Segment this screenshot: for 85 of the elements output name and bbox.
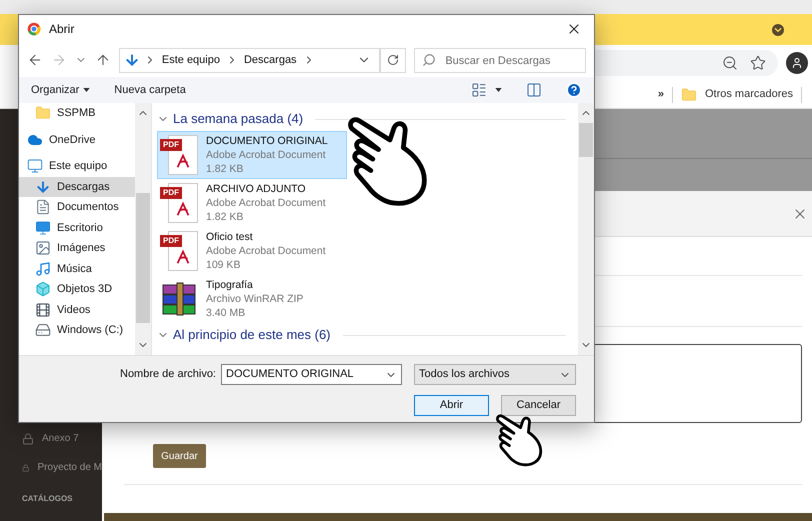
computer-icon: [27, 158, 43, 174]
file-name-field[interactable]: DOCUMENTO ORIGINAL: [221, 364, 402, 385]
nav-item[interactable]: Windows (C:): [19, 320, 135, 340]
bookmarks-overflow[interactable]: »: [658, 86, 664, 103]
file-type: Adobe Acrobat Document: [206, 148, 327, 162]
refresh-icon: [387, 54, 400, 66]
new-folder-button[interactable]: Nueva carpeta: [114, 82, 186, 98]
nav-item[interactable]: Videos: [19, 300, 135, 320]
pdf-label: PDF: [160, 139, 182, 151]
sidebar-item[interactable]: Anexo 7: [42, 431, 79, 446]
file-item[interactable]: PDF DOCUMENTO ORIGINAL Adobe Acrobat Document 1.82 KB: [157, 131, 347, 179]
sidebar-section: CATÁLOGOS: [22, 493, 102, 505]
save-button[interactable]: Guardar: [153, 444, 206, 468]
file-item[interactable]: Tipografía Archivo WinRAR ZIP 3.40 MB: [157, 275, 347, 323]
file-name-label: Nombre de archivo:: [120, 367, 216, 382]
nav-item[interactable]: SSPMB: [19, 103, 135, 124]
file-name: ARCHIVO ADJUNTO: [206, 182, 307, 196]
lock-icon: [22, 462, 30, 474]
acrobat-logo-icon: [174, 248, 192, 266]
dropdown-icon[interactable]: [770, 22, 786, 38]
zoom-out-icon[interactable]: [722, 55, 738, 71]
pdf-label: PDF: [160, 235, 182, 247]
acrobat-logo-icon: [174, 200, 192, 218]
help-icon[interactable]: [566, 82, 582, 98]
search-field[interactable]: Buscar en Descargas: [414, 48, 586, 73]
address-bar[interactable]: Este equipo Descargas: [118, 48, 380, 72]
file-type: Adobe Acrobat Document: [206, 244, 326, 258]
lock-icon: [22, 432, 34, 444]
search-icon: [422, 52, 436, 66]
file-type: Adobe Acrobat Document: [206, 196, 326, 210]
nav-item[interactable]: Este equipo: [19, 156, 135, 176]
star-icon[interactable]: [750, 55, 766, 71]
sidebar-item[interactable]: Proyecto de M: [38, 460, 102, 475]
drive-icon: [35, 322, 51, 338]
caret-icon[interactable]: [495, 88, 502, 92]
refresh-button[interactable]: [380, 48, 406, 72]
user-icon: [791, 57, 803, 69]
file-name: DOCUMENTO ORIGINAL: [206, 134, 328, 148]
cube-icon: [35, 281, 51, 298]
file-item[interactable]: PDF ARCHIVO ADJUNTO Adobe Acrobat Document 1.82 KB: [157, 179, 347, 227]
view-options-icon[interactable]: [471, 82, 487, 98]
film-icon: [35, 302, 51, 318]
folder-icon: [680, 86, 697, 102]
breadcrumb[interactable]: Descargas: [242, 52, 299, 68]
caret-icon: [83, 88, 90, 92]
organize-menu[interactable]: Organizar: [31, 82, 90, 98]
group-header[interactable]: Al principio de este mes (6): [173, 325, 331, 345]
scrollbar-thumb[interactable]: [136, 193, 150, 323]
file-type-select[interactable]: Todos los archivos: [414, 364, 576, 385]
acrobat-logo-icon: [174, 152, 192, 170]
desktop-icon: [35, 220, 51, 236]
document-icon: [35, 199, 51, 216]
dialog-button[interactable]: Abrir: [414, 395, 489, 416]
file-size: 3.40 MB: [206, 306, 246, 320]
file-size: 1.82 KB: [206, 210, 244, 224]
bookmark-folder[interactable]: Otros marcadores: [704, 86, 793, 103]
scrollbar[interactable]: [135, 103, 151, 355]
nav-item[interactable]: Música: [19, 258, 135, 279]
profile-avatar[interactable]: [786, 52, 808, 74]
nav-item[interactable]: Escritorio: [19, 218, 135, 238]
folder-icon: [35, 105, 51, 122]
download-arrow-icon: [124, 52, 140, 68]
nav-item[interactable]: Objetos 3D: [19, 279, 135, 300]
file-item[interactable]: PDF Oficio test Adobe Acrobat Document 109 KB: [157, 227, 347, 275]
pdf-label: PDF: [160, 187, 182, 199]
scrollbar-thumb[interactable]: [579, 123, 593, 157]
file-name: Oficio test: [206, 230, 254, 244]
nav-item[interactable]: Descargas: [19, 176, 135, 197]
breadcrumb[interactable]: Este equipo: [160, 52, 222, 68]
file-type: Archivo WinRAR ZIP: [206, 292, 304, 306]
scrollbar[interactable]: [578, 103, 594, 355]
preview-pane-icon[interactable]: [526, 82, 542, 98]
nav-item[interactable]: Imágenes: [19, 238, 135, 258]
nav-item[interactable]: OneDrive: [19, 130, 135, 150]
nav-item[interactable]: Documentos: [19, 197, 135, 218]
group-header[interactable]: La semana pasada (4): [173, 109, 304, 129]
back-icon[interactable]: [27, 52, 43, 68]
browser-logo-icon: [27, 22, 41, 36]
dialog-button[interactable]: Cancelar: [501, 395, 576, 416]
dialog-title: Abrir: [49, 21, 74, 38]
file-name: Tipografía: [206, 278, 254, 292]
file-size: 109 KB: [206, 258, 242, 272]
picture-icon: [35, 240, 51, 256]
file-size: 1.82 KB: [206, 162, 244, 176]
music-note-icon: [35, 260, 51, 277]
